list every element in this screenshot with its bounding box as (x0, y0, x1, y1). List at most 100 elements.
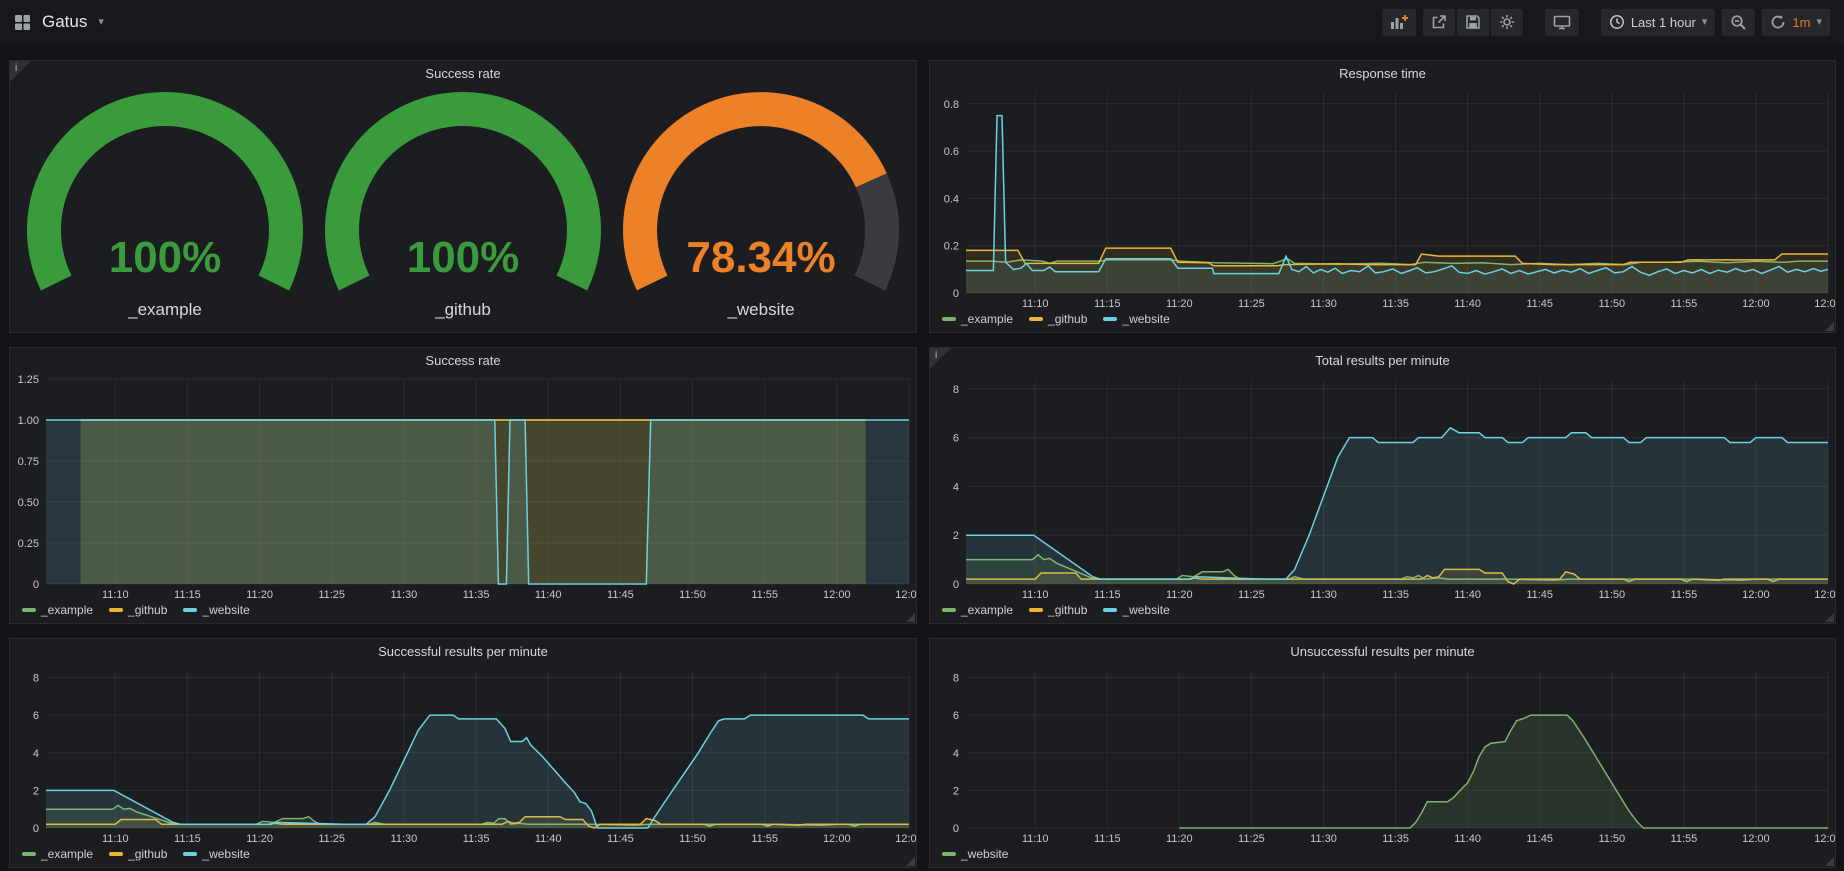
share-dashboard-button[interactable] (1423, 9, 1455, 36)
gauge-value: 78.34% (686, 233, 835, 282)
svg-text:0: 0 (33, 823, 39, 835)
gauge-value: 100% (109, 233, 222, 282)
svg-text:11:35: 11:35 (1382, 298, 1409, 310)
panel-title[interactable]: Successful results per minute (10, 639, 916, 664)
svg-text:11:15: 11:15 (1094, 589, 1121, 601)
svg-text:11:50: 11:50 (679, 589, 706, 601)
svg-text:11:40: 11:40 (1454, 589, 1481, 601)
zoom-out-button[interactable] (1722, 9, 1755, 36)
gauge-arc: 100% (323, 88, 603, 300)
svg-text:2: 2 (953, 785, 959, 797)
svg-text:11:15: 11:15 (174, 833, 201, 845)
tv-mode-icon (1553, 14, 1571, 30)
svg-text:0.8: 0.8 (944, 99, 959, 111)
svg-text:12:05: 12:05 (1814, 589, 1835, 601)
refresh-picker[interactable]: 1m ▾ (1762, 9, 1830, 36)
svg-text:2: 2 (953, 530, 959, 542)
legend-marker (183, 852, 197, 856)
panel-title[interactable]: Success rate (10, 348, 916, 373)
gauge-website: 78.34% _website (621, 88, 901, 320)
svg-text:11:10: 11:10 (1022, 298, 1049, 310)
legend-marker (1103, 317, 1117, 321)
panel-successful-results: Successful results per minute 11:1011:15… (9, 638, 917, 868)
successful-results-chart[interactable]: 11:1011:1511:2011:2511:3011:3511:4011:45… (10, 664, 916, 846)
dashboard-settings-button[interactable] (1491, 9, 1523, 36)
legend-item-_website[interactable]: _website (1103, 312, 1169, 326)
dashboard-title-caret-icon[interactable]: ▾ (98, 17, 104, 28)
panel-info-corner-icon[interactable] (930, 348, 951, 369)
svg-text:12:05: 12:05 (895, 589, 916, 601)
legend-item-_example[interactable]: _example (942, 312, 1013, 326)
legend-item-_website[interactable]: _website (1103, 603, 1169, 617)
legend-label: _example (961, 603, 1013, 617)
panel-title[interactable]: Response time (930, 61, 1835, 86)
svg-text:0.25: 0.25 (18, 538, 39, 550)
panel-title[interactable]: Unsuccessful results per minute (930, 639, 1835, 664)
svg-text:11:55: 11:55 (1671, 298, 1698, 310)
chart-canvas: 11:1011:1511:2011:2511:3011:3511:4011:45… (930, 86, 1835, 311)
legend-item-_website[interactable]: _website (183, 847, 249, 861)
legend: _example _github _website (10, 602, 916, 623)
unsuccessful-results-chart[interactable]: 11:1011:1511:2011:2511:3011:3511:4011:45… (930, 664, 1835, 846)
dashboard-title[interactable]: Gatus (42, 12, 87, 32)
legend-item-_github[interactable]: _github (109, 847, 167, 861)
svg-text:11:30: 11:30 (1310, 833, 1337, 845)
svg-text:11:40: 11:40 (535, 589, 562, 601)
total-results-chart[interactable]: 11:1011:1511:2011:2511:3011:3511:4011:45… (930, 373, 1835, 602)
response-time-chart[interactable]: 11:1011:1511:2011:2511:3011:3511:4011:45… (930, 86, 1835, 311)
cycle-view-mode-button[interactable] (1545, 9, 1579, 36)
svg-text:6: 6 (953, 710, 959, 722)
legend: _example _github _website (930, 311, 1835, 332)
legend-label: _website (1122, 312, 1169, 326)
svg-text:11:50: 11:50 (1598, 298, 1625, 310)
svg-text:11:30: 11:30 (1310, 298, 1337, 310)
add-panel-button[interactable] (1382, 9, 1416, 36)
legend-item-_example[interactable]: _example (22, 847, 93, 861)
gauge-value: 100% (407, 233, 520, 282)
svg-text:12:00: 12:00 (823, 833, 851, 845)
time-range-picker[interactable]: Last 1 hour ▾ (1601, 9, 1716, 36)
legend-label: _github (1048, 312, 1087, 326)
legend-item-_website[interactable]: _website (942, 847, 1008, 861)
gear-icon (1499, 14, 1515, 30)
svg-text:11:10: 11:10 (102, 589, 129, 601)
panel-title[interactable]: Total results per minute (930, 348, 1835, 373)
legend-marker (942, 317, 956, 321)
save-dashboard-button[interactable] (1457, 9, 1489, 36)
svg-text:11:20: 11:20 (1166, 298, 1193, 310)
legend-item-_github[interactable]: _github (1029, 603, 1087, 617)
panel-title[interactable]: Success rate (10, 61, 916, 86)
legend-label: _example (41, 847, 93, 861)
svg-text:0.50: 0.50 (18, 497, 39, 509)
svg-text:11:15: 11:15 (1094, 298, 1121, 310)
gauge-arc: 100% (25, 88, 305, 300)
legend-label: _website (202, 603, 249, 617)
add-panel-icon (1390, 14, 1408, 30)
svg-text:11:20: 11:20 (246, 833, 273, 845)
legend-item-_website[interactable]: _website (183, 603, 249, 617)
panel-info-corner-icon[interactable] (10, 61, 31, 82)
legend-item-_example[interactable]: _example (942, 603, 1013, 617)
legend: _example _github _website (930, 602, 1835, 623)
svg-text:11:55: 11:55 (751, 589, 778, 601)
legend-marker (183, 608, 197, 612)
svg-text:0.75: 0.75 (18, 456, 39, 468)
svg-text:12:05: 12:05 (1814, 833, 1835, 845)
dashboard-grid-icon[interactable] (14, 14, 31, 31)
legend-item-_github[interactable]: _github (109, 603, 167, 617)
svg-text:11:45: 11:45 (607, 833, 634, 845)
legend-item-_github[interactable]: _github (1029, 312, 1087, 326)
refresh-icon (1770, 14, 1786, 30)
svg-text:0: 0 (953, 579, 959, 591)
legend-item-_example[interactable]: _example (22, 603, 93, 617)
legend-label: _example (41, 603, 93, 617)
save-icon (1465, 14, 1481, 30)
svg-text:0.4: 0.4 (944, 193, 959, 205)
success-rate-chart[interactable]: 11:1011:1511:2011:2511:3011:3511:4011:45… (10, 373, 916, 602)
legend-label: _website (1122, 603, 1169, 617)
panel-success-rate-gauges: i Success rate 100% _example 100% _githu… (9, 60, 917, 333)
svg-text:11:45: 11:45 (1526, 589, 1553, 601)
svg-text:11:10: 11:10 (1022, 589, 1049, 601)
legend-marker (1029, 317, 1043, 321)
svg-text:11:50: 11:50 (679, 833, 706, 845)
